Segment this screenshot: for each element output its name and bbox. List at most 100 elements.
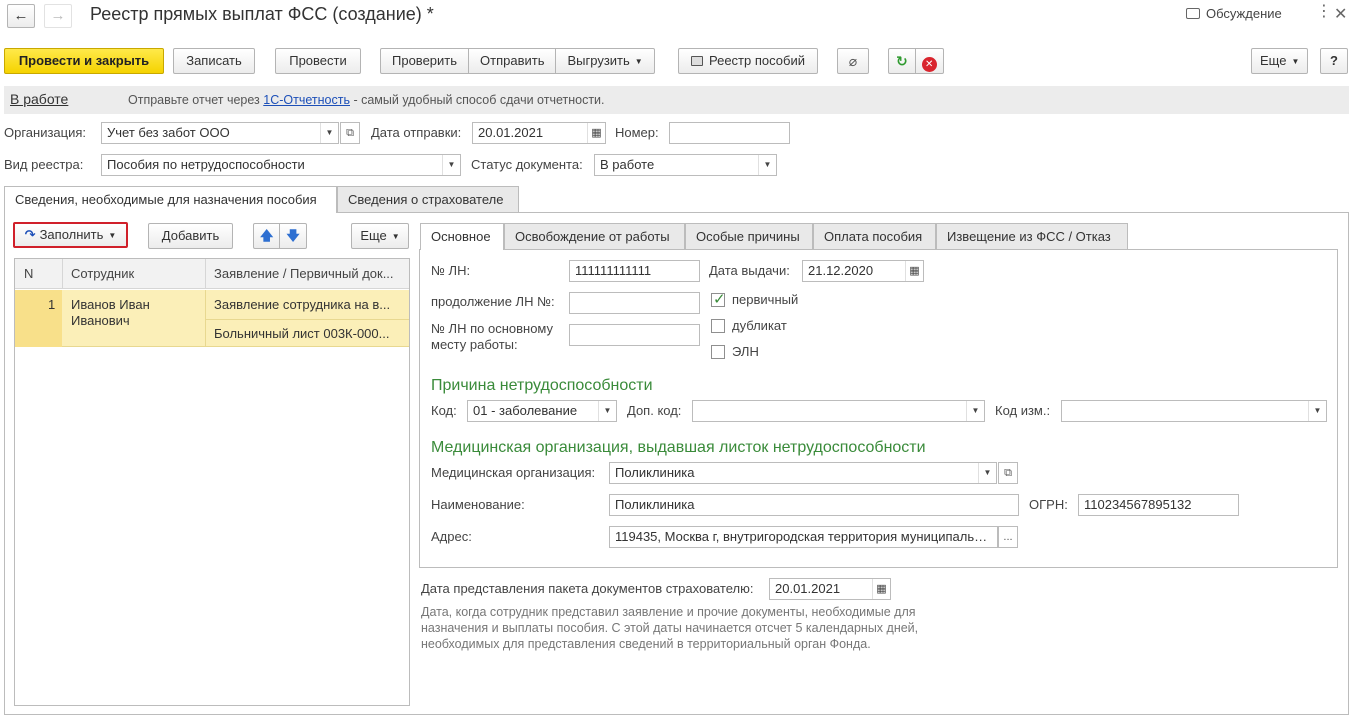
issue-date-field[interactable]: 21.12.2020 ▦ xyxy=(802,260,924,282)
organization-label: Организация: xyxy=(4,125,87,140)
open-medical-org-button[interactable]: ⧉ xyxy=(998,462,1018,484)
reporting-link[interactable]: 1С-Отчетность xyxy=(263,93,350,107)
continuation-field[interactable] xyxy=(569,292,700,314)
close-window-icon[interactable]: ✕ xyxy=(1334,4,1347,24)
medical-name-field[interactable]: Поликлиника xyxy=(609,494,1019,516)
calendar-icon[interactable]: ▦ xyxy=(872,579,890,599)
export-label: Выгрузить xyxy=(567,53,630,68)
ln-number-field[interactable]: 111111111111 xyxy=(569,260,700,282)
left-more-label: Еще xyxy=(360,228,387,243)
benefits-registry-button[interactable]: Реестр пособий xyxy=(678,48,818,74)
medical-org-value: Поликлиника xyxy=(615,465,695,480)
cancel-icon: ✕ xyxy=(921,57,937,72)
chevron-down-icon: ▼ xyxy=(634,56,643,66)
table-row[interactable]: 1 Иванов Иван Иванович Заявление сотрудн… xyxy=(15,290,409,347)
checkmark-icon: ✓ xyxy=(713,291,726,308)
send-date-value: 20.01.2021 xyxy=(478,125,544,140)
tab-benefit-payment[interactable]: Оплата пособия xyxy=(813,223,936,249)
primary-checkbox[interactable]: ✓ xyxy=(711,291,726,308)
tab-benefit-info[interactable]: Сведения, необходимые для назначения пос… xyxy=(4,186,337,213)
chevron-down-icon[interactable]: ▼ xyxy=(758,155,776,175)
refresh-icon: ↻ xyxy=(896,53,908,69)
attach-button[interactable]: ⌀ xyxy=(837,48,869,74)
export-button[interactable]: Выгрузить ▼ xyxy=(556,48,655,74)
arrow-right-icon: → xyxy=(50,7,66,24)
info-text-after: - самый удобный способ сдачи отчетности. xyxy=(349,93,605,107)
duplicate-checkbox[interactable] xyxy=(711,319,725,333)
package-date-value: 20.01.2021 xyxy=(775,581,841,596)
chevron-down-icon[interactable]: ▼ xyxy=(320,123,338,143)
left-more-button[interactable]: Еще ▼ xyxy=(351,223,409,249)
address-select-button[interactable]: ... xyxy=(998,526,1018,548)
chevron-down-icon[interactable]: ▼ xyxy=(978,463,996,483)
main-ln-field[interactable] xyxy=(569,324,700,346)
open-organization-button[interactable]: ⧉ xyxy=(340,122,360,144)
reason-code-label: Код: xyxy=(431,403,457,418)
extra-code-label: Доп. код: xyxy=(627,403,682,418)
move-down-button[interactable]: 🡇 xyxy=(280,223,307,249)
discussion-button[interactable]: Обсуждение xyxy=(1186,6,1282,21)
registry-type-field[interactable]: Пособия по нетрудоспособности ▼ xyxy=(101,154,461,176)
fill-arrow-icon: ↷ xyxy=(24,227,36,242)
send-date-field[interactable]: 20.01.2021 ▦ xyxy=(472,122,606,144)
fill-button[interactable]: ↷ Заполнить ▼ xyxy=(13,222,128,248)
ogrn-field[interactable]: 110234567895132 xyxy=(1078,494,1239,516)
hint-line-3: необходимых для представления сведений в… xyxy=(421,637,871,651)
tab-work-release[interactable]: Освобождение от работы xyxy=(504,223,685,249)
chevron-down-icon[interactable]: ▼ xyxy=(966,401,984,421)
package-date-label: Дата представления пакета документов стр… xyxy=(421,581,754,596)
move-up-button[interactable]: 🡅 xyxy=(253,223,281,249)
column-header-document[interactable]: Заявление / Первичный док... xyxy=(214,266,404,281)
more-button[interactable]: Еще ▼ xyxy=(1251,48,1308,74)
window-title: Реестр прямых выплат ФСС (создание) * xyxy=(90,4,434,24)
save-button[interactable]: Записать xyxy=(173,48,255,74)
chevron-down-icon: ▼ xyxy=(1291,56,1300,66)
refresh-button[interactable]: ↻ xyxy=(888,48,916,74)
medical-section-title: Медицинская организация, выдавшая листок… xyxy=(431,439,926,456)
chevron-down-icon[interactable]: ▼ xyxy=(442,155,460,175)
send-button[interactable]: Отправить xyxy=(469,48,557,74)
package-date-field[interactable]: 20.01.2021 ▦ xyxy=(769,578,891,600)
employees-table[interactable]: N Сотрудник Заявление / Первичный док...… xyxy=(14,258,410,706)
check-button[interactable]: Проверить xyxy=(380,48,470,74)
reason-code-field[interactable]: 01 - заболевание ▼ xyxy=(467,400,617,422)
calendar-icon[interactable]: ▦ xyxy=(905,261,923,281)
add-employee-button[interactable]: Добавить xyxy=(148,223,233,249)
kebab-menu-icon[interactable]: ⋮ xyxy=(1316,4,1332,20)
chevron-down-icon[interactable]: ▼ xyxy=(1308,401,1326,421)
medical-org-field[interactable]: Поликлиника ▼ xyxy=(609,462,997,484)
tab-insurer-info[interactable]: Сведения о страхователе xyxy=(337,186,519,212)
tab-special-reasons[interactable]: Особые причины xyxy=(685,223,813,249)
report-button-group: Проверить Отправить Выгрузить ▼ xyxy=(380,48,655,74)
tab-fss-notice[interactable]: Извещение из ФСС / Отказ xyxy=(936,223,1128,249)
extra-code-field[interactable]: ▼ xyxy=(692,400,985,422)
help-button[interactable]: ? xyxy=(1320,48,1348,74)
doc-status-field[interactable]: В работе ▼ xyxy=(594,154,777,176)
printer-icon xyxy=(691,56,703,66)
address-field[interactable]: 119435, Москва г, внутригородская террит… xyxy=(609,526,998,548)
address-value: 119435, Москва г, внутригородская террит… xyxy=(615,529,992,544)
eln-label: ЭЛН xyxy=(732,344,759,359)
chevron-down-icon[interactable]: ▼ xyxy=(598,401,616,421)
hint-line-1: Дата, когда сотрудник представил заявлен… xyxy=(421,605,916,619)
post-and-close-button[interactable]: Провести и закрыть xyxy=(4,48,164,74)
chevron-down-icon: ▼ xyxy=(391,231,400,241)
post-button[interactable]: Провести xyxy=(275,48,361,74)
open-icon: ⧉ xyxy=(346,127,354,139)
eln-checkbox[interactable] xyxy=(711,345,725,359)
doc-status-value: В работе xyxy=(600,157,655,172)
column-header-n[interactable]: N xyxy=(24,266,33,281)
status-link[interactable]: В работе xyxy=(10,91,68,107)
tab-main[interactable]: Основное xyxy=(420,223,504,250)
calendar-icon[interactable]: ▦ xyxy=(587,123,605,143)
change-code-field[interactable]: ▼ xyxy=(1061,400,1327,422)
send-date-label: Дата отправки: xyxy=(371,125,462,140)
ogrn-label: ОГРН: xyxy=(1029,497,1068,512)
cancel-button[interactable]: ✕ xyxy=(915,48,944,74)
address-label: Адрес: xyxy=(431,529,472,544)
organization-field[interactable]: Учет без забот ООО ▼ xyxy=(101,122,339,144)
column-header-employee[interactable]: Сотрудник xyxy=(71,266,134,281)
forward-button[interactable]: → xyxy=(44,4,72,28)
number-field[interactable] xyxy=(669,122,790,144)
back-button[interactable]: ← xyxy=(7,4,35,28)
